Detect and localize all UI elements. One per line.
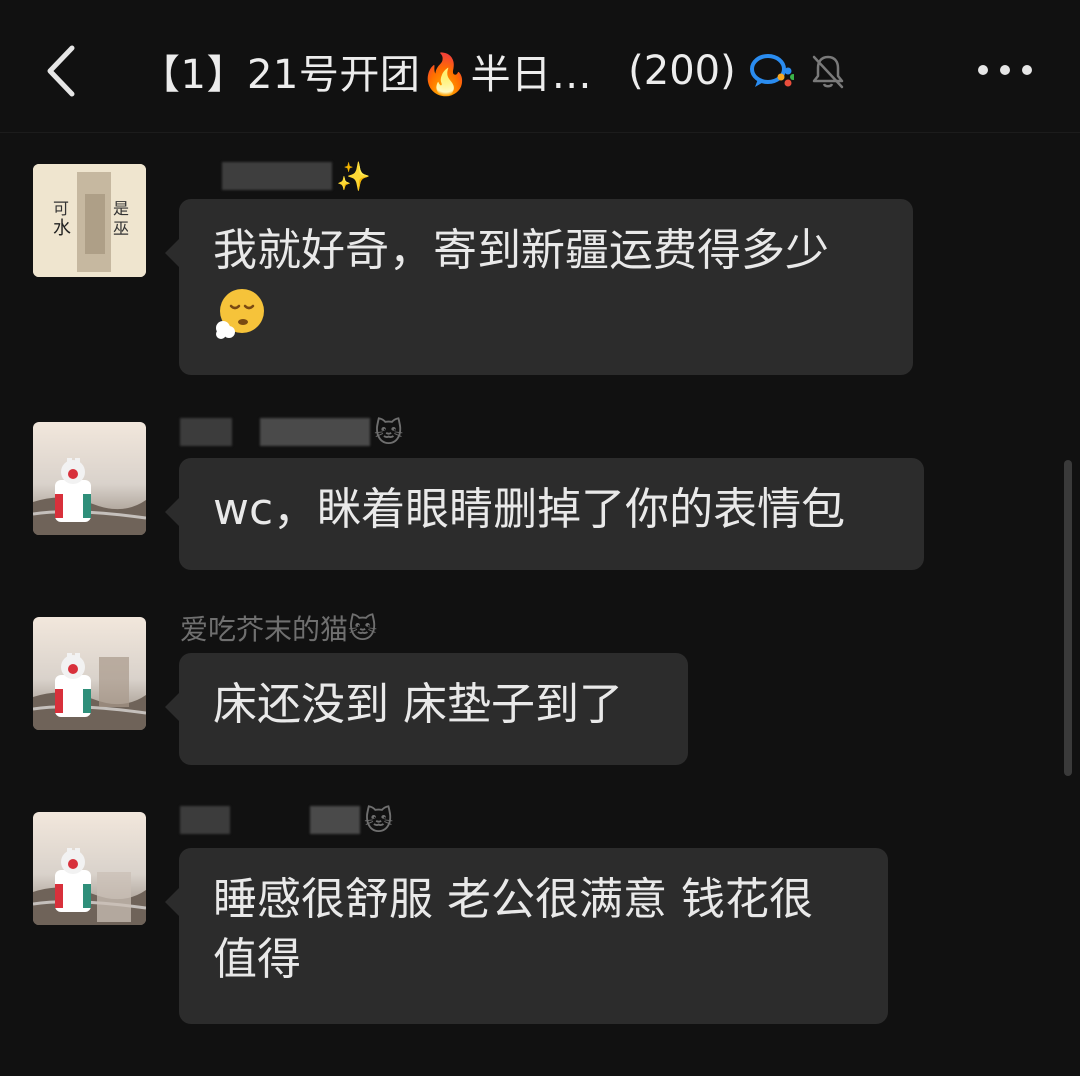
nickname-emoji: 🐱: [348, 611, 378, 645]
nickname-emoji: 🐱: [364, 803, 394, 837]
avatar-image: [33, 812, 146, 925]
message-bubble[interactable]: 床还没到 床垫子到了: [165, 653, 688, 765]
more-horizontal-icon[interactable]: [970, 48, 1040, 92]
avatar[interactable]: [33, 617, 146, 730]
message-text: 我就好奇，寄到新疆运费得多少: [213, 225, 829, 276]
scrollbar[interactable]: [1064, 460, 1072, 776]
message-bubble[interactable]: wc，眯着眼睛删掉了你的表情包: [165, 458, 924, 570]
sender-nickname: 爱吃芥末的猫 🐱: [180, 608, 377, 648]
avatar-image: 可 水 是 巫: [33, 164, 146, 277]
sender-nickname: ✨: [222, 156, 371, 196]
avatar[interactable]: [33, 422, 146, 535]
enterprise-wechat-icon: [749, 54, 794, 87]
nickname-text: 爱吃芥末的猫: [180, 613, 349, 646]
chat-header: 【1】21号开团🔥半日… (200): [0, 0, 1080, 133]
message-text: 床还没到 床垫子到了: [213, 679, 623, 730]
avatar-image: [33, 617, 146, 730]
sender-nickname: 🐱: [180, 800, 393, 840]
nickname-emoji: ✨: [336, 159, 371, 193]
message-text: 睡感很舒服 老公很满意 钱花很值得: [213, 874, 813, 985]
svg-text:是: 是: [113, 199, 129, 218]
chat-title-area[interactable]: 【1】21号开团🔥半日… (200): [140, 36, 848, 106]
svg-text:水: 水: [53, 218, 71, 239]
chevron-left-icon[interactable]: [30, 36, 90, 106]
avatar[interactable]: [33, 812, 146, 925]
message-bubble[interactable]: 我就好奇，寄到新疆运费得多少: [165, 199, 913, 375]
svg-text:巫: 巫: [113, 219, 129, 238]
message-bubble[interactable]: 睡感很舒服 老公很满意 钱花很值得: [165, 848, 888, 1024]
avatar-image: [33, 422, 146, 535]
message-text: wc，眯着眼睛删掉了你的表情包: [213, 484, 846, 535]
svg-text:可: 可: [53, 199, 69, 218]
sighing-face-icon: [216, 289, 264, 339]
avatar[interactable]: 可 水 是 巫: [33, 164, 146, 277]
sender-nickname: 🐱: [180, 412, 403, 452]
member-count: (200): [628, 48, 736, 94]
bell-muted-icon: [812, 55, 843, 89]
chat-title: 【1】21号开团🔥半日…: [140, 52, 593, 98]
nickname-emoji: 🐱: [374, 415, 404, 449]
